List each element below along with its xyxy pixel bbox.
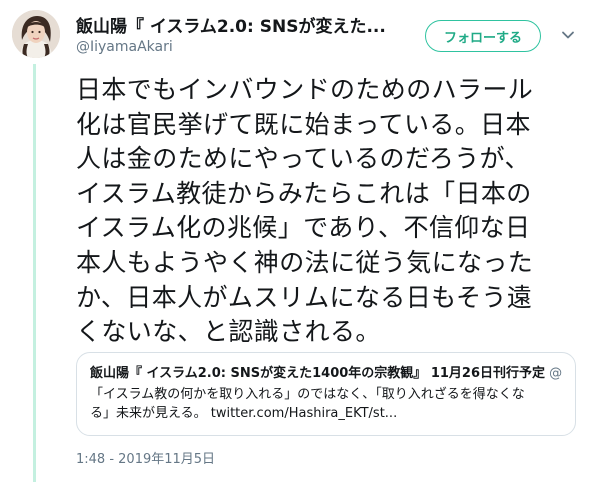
quoted-author-handle: @	[549, 366, 563, 381]
quoted-tweet-text: 「イスラム教の何かを取り入れる」のではなく、「取り入れざるを得なくな る」未来が…	[90, 387, 525, 421]
thread-line	[33, 64, 36, 482]
avatar-image	[12, 10, 60, 58]
quoted-author-name: 飯山陽『 イスラム2.0: SNSが変えた1400年の宗教観』 11月26日刊行…	[90, 366, 545, 381]
tweet-text: 日本でもインバウンドのためのハラール 化は官民挙げて既に始まっている。日本 人は…	[76, 75, 534, 347]
quoted-tweet-card[interactable]: 飯山陽『 イスラム2.0: SNSが変えた1400年の宗教観』 11月26日刊行…	[76, 352, 576, 436]
chevron-down-icon[interactable]	[561, 28, 575, 42]
quoted-tweet-header: 飯山陽『 イスラム2.0: SNSが変えた1400年の宗教観』 11月26日刊行…	[90, 362, 574, 381]
tweet-timestamp[interactable]: 1:48 - 2019年11月5日	[76, 448, 215, 467]
author-name[interactable]: 飯山陽『 イスラム2.0: SNSが変えた...	[76, 12, 386, 37]
follow-button[interactable]: フォローする	[425, 20, 541, 52]
author-handle[interactable]: @IiyamaAkari	[76, 39, 173, 55]
avatar[interactable]	[12, 10, 60, 58]
